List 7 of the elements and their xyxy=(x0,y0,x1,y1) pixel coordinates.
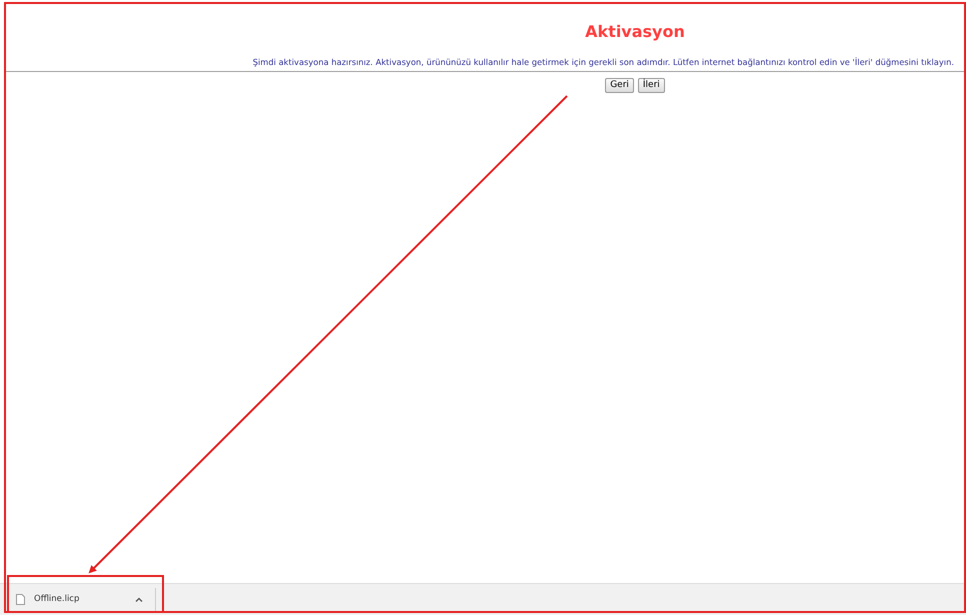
file-icon xyxy=(16,594,25,605)
page-title: Aktivasyon xyxy=(584,22,686,42)
caret-icon[interactable] xyxy=(135,597,143,602)
download-file-name[interactable]: Offline.licp xyxy=(34,593,135,606)
nav-button[interactable]: Geri xyxy=(605,78,634,93)
nav-button[interactable]: İleri xyxy=(638,78,665,93)
instruction-text: Şimdi aktivasyona hazırsınız. Aktivasyon, ürününüzü kullanılır hale getirmek için gerekli son adımdır. Lütfen internet bağlantınızı kontrol edin ve 'İleri' düğmesini tıklayın. xyxy=(252,56,955,68)
